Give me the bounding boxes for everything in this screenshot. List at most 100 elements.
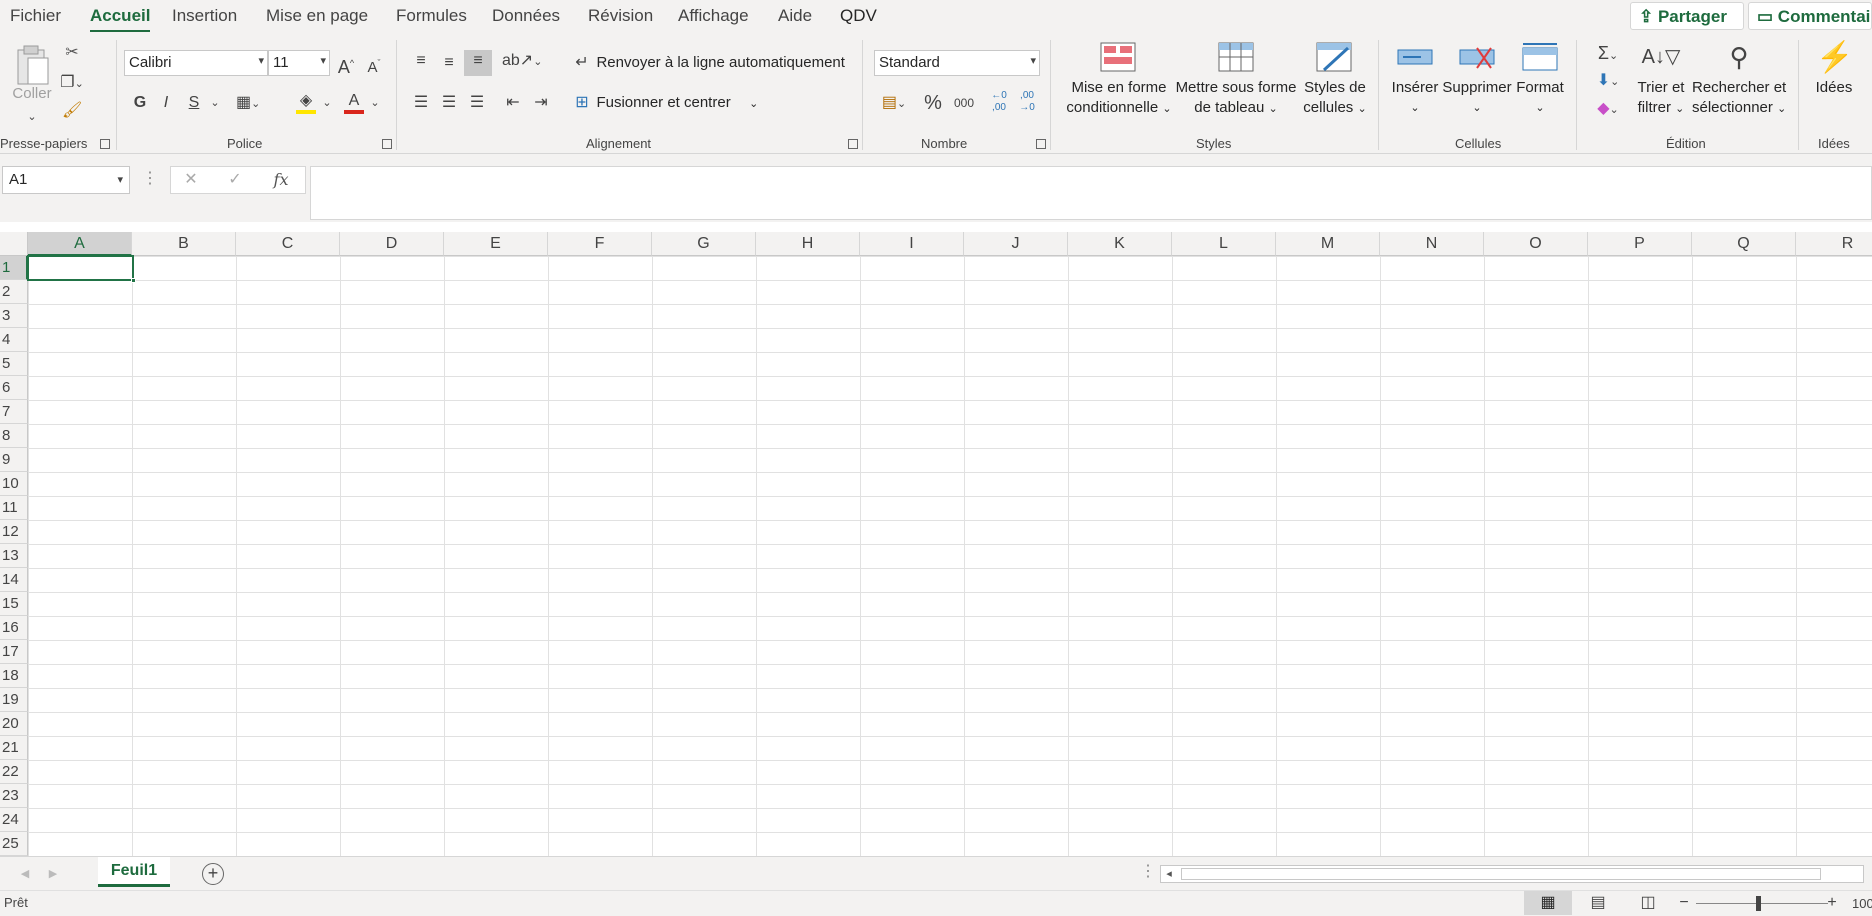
copy-icon[interactable]: ❐⌄ <box>60 72 84 95</box>
column-header-E[interactable]: E <box>444 232 548 256</box>
column-header-I[interactable]: I <box>860 232 964 256</box>
formula-input[interactable] <box>310 166 1872 220</box>
column-header-J[interactable]: J <box>964 232 1068 256</box>
row-header-2[interactable]: 2 <box>0 280 28 304</box>
comments-button[interactable]: ▭ Commentaires <box>1748 2 1872 30</box>
row-header-6[interactable]: 6 <box>0 376 28 400</box>
tab-aide[interactable]: Aide <box>778 6 812 26</box>
align-bottom-icon[interactable]: ≡ <box>464 50 492 76</box>
row-header-24[interactable]: 24 <box>0 808 28 832</box>
tab-mise-en-page[interactable]: Mise en page <box>266 6 368 26</box>
accounting-format-icon[interactable]: ▤⌄ <box>876 92 912 115</box>
column-header-O[interactable]: O <box>1484 232 1588 256</box>
column-header-F[interactable]: F <box>548 232 652 256</box>
fill-down-icon[interactable]: ⬇⌄ <box>1590 70 1626 93</box>
clear-icon[interactable]: ◆⌄ <box>1590 98 1626 121</box>
percent-button[interactable]: % <box>922 92 944 114</box>
clipboard-launcher-icon[interactable] <box>100 139 110 149</box>
borders-icon[interactable]: ▦⌄ <box>236 92 260 115</box>
horizontal-scrollbar[interactable]: ◂ <box>1160 865 1864 883</box>
align-left-icon[interactable]: ☰ <box>410 92 432 114</box>
row-header-7[interactable]: 7 <box>0 400 28 424</box>
format-cells-button[interactable]: Format ⌄ <box>1512 40 1568 136</box>
row-header-25[interactable]: 25 <box>0 832 28 856</box>
merge-center-button[interactable]: ⊞ Fusionner et centrer ⌄ <box>572 92 758 114</box>
fill-color-icon[interactable]: ◈ <box>294 90 318 114</box>
format-painter-icon[interactable]: 🖌 <box>62 100 82 122</box>
sort-filter-button[interactable]: A↓▽ Trier et filtrer ⌄ <box>1630 40 1692 136</box>
wrap-text-button[interactable]: ↵ Renvoyer à la ligne automatiquement <box>572 52 845 74</box>
row-header-21[interactable]: 21 <box>0 736 28 760</box>
normal-view-icon[interactable]: ▦ <box>1524 891 1572 915</box>
spreadsheet-grid[interactable]: ABCDEFGHIJKLMNOPQR 1 2 3 4 5 6 7 8 9 10 11 12 13 14 15… <box>0 232 1872 856</box>
scrollbar-thumb[interactable] <box>1181 868 1821 880</box>
enter-icon[interactable]: ✓ <box>225 169 245 191</box>
column-header-R[interactable]: R <box>1796 232 1872 256</box>
font-color-dropdown-icon[interactable]: ⌄ <box>368 92 382 114</box>
font-color-icon[interactable]: A <box>342 90 366 114</box>
more-options-icon[interactable]: ⋮ <box>142 168 158 190</box>
cut-icon[interactable]: ✂ <box>62 42 82 64</box>
add-sheet-icon[interactable]: + <box>202 863 224 885</box>
tab-qdv[interactable]: QDV <box>840 6 877 26</box>
active-cell-A1[interactable] <box>27 255 136 283</box>
decrease-indent-icon[interactable]: ⇤ <box>502 92 524 114</box>
name-box[interactable]: A1 ▾ <box>2 166 130 194</box>
tab-insertion[interactable]: Insertion <box>172 6 237 26</box>
column-header-M[interactable]: M <box>1276 232 1380 256</box>
ideas-button[interactable]: ⚡ Idées <box>1808 40 1860 136</box>
column-header-H[interactable]: H <box>756 232 860 256</box>
thousands-separator-button[interactable]: 000 <box>950 92 978 114</box>
align-center-icon[interactable]: ☰ <box>438 92 460 114</box>
align-top-icon[interactable]: ≡ <box>410 50 432 72</box>
row-header-19[interactable]: 19 <box>0 688 28 712</box>
decrease-decimal-button[interactable]: ,00 →0 <box>1014 90 1040 114</box>
column-header-K[interactable]: K <box>1068 232 1172 256</box>
row-header-10[interactable]: 10 <box>0 472 28 496</box>
align-middle-icon[interactable]: ≡ <box>438 52 460 74</box>
fill-dropdown-icon[interactable]: ⌄ <box>320 92 334 114</box>
row-header-20[interactable]: 20 <box>0 712 28 736</box>
tab-formules[interactable]: Formules <box>396 6 467 26</box>
tab-donnees[interactable]: Données <box>492 6 560 26</box>
scroll-left-arrow-icon[interactable]: ◂ <box>1163 863 1175 885</box>
row-header-8[interactable]: 8 <box>0 424 28 448</box>
cancel-icon[interactable]: ✕ <box>181 169 201 191</box>
find-select-button[interactable]: ⚲ Rechercher et sélectionner ⌄ <box>1692 40 1786 136</box>
font-name-select[interactable]: Calibri ▾ <box>124 50 268 76</box>
underline-button[interactable]: S <box>184 92 204 114</box>
row-header-16[interactable]: 16 <box>0 616 28 640</box>
font-size-select[interactable]: 11 ▾ <box>268 50 330 76</box>
column-header-L[interactable]: L <box>1172 232 1276 256</box>
italic-button[interactable]: I <box>156 92 176 114</box>
column-header-A[interactable]: A <box>28 232 132 256</box>
scroll-left-icon[interactable]: ◀ <box>18 863 32 885</box>
number-format-select[interactable]: Standard ▾ <box>874 50 1040 76</box>
page-layout-icon[interactable]: ▤ <box>1586 892 1610 914</box>
zoom-slider-thumb[interactable] <box>1756 896 1761 911</box>
bold-button[interactable]: G <box>130 92 150 114</box>
underline-dropdown-icon[interactable]: ⌄ <box>208 92 222 114</box>
fill-handle[interactable] <box>131 278 136 283</box>
row-header-1[interactable]: 1 <box>0 256 28 280</box>
tab-affichage[interactable]: Affichage <box>678 6 749 26</box>
tab-revision[interactable]: Révision <box>588 6 653 26</box>
column-header-P[interactable]: P <box>1588 232 1692 256</box>
zoom-out-icon[interactable]: − <box>1676 892 1692 914</box>
row-header-22[interactable]: 22 <box>0 760 28 784</box>
cell-styles-button[interactable]: Styles de cellules ⌄ <box>1300 40 1370 136</box>
sheet-tab-feuil1[interactable]: Feuil1 <box>98 857 170 887</box>
increase-decimal-button[interactable]: ←0 ,00 <box>986 90 1012 114</box>
align-right-icon[interactable]: ☰ <box>466 92 488 114</box>
page-break-icon[interactable]: ◫ <box>1636 892 1660 914</box>
format-as-table-button[interactable]: Mettre sous forme de tableau ⌄ <box>1174 40 1298 136</box>
insert-function-button[interactable]: fx <box>269 169 293 191</box>
row-header-5[interactable]: 5 <box>0 352 28 376</box>
font-launcher-icon[interactable] <box>382 139 392 149</box>
number-launcher-icon[interactable] <box>1036 139 1046 149</box>
column-header-D[interactable]: D <box>340 232 444 256</box>
column-header-N[interactable]: N <box>1380 232 1484 256</box>
delete-cells-button[interactable]: Supprimer ⌄ <box>1442 40 1512 136</box>
alignment-launcher-icon[interactable] <box>848 139 858 149</box>
scroll-right-icon[interactable]: ▶ <box>46 863 60 885</box>
